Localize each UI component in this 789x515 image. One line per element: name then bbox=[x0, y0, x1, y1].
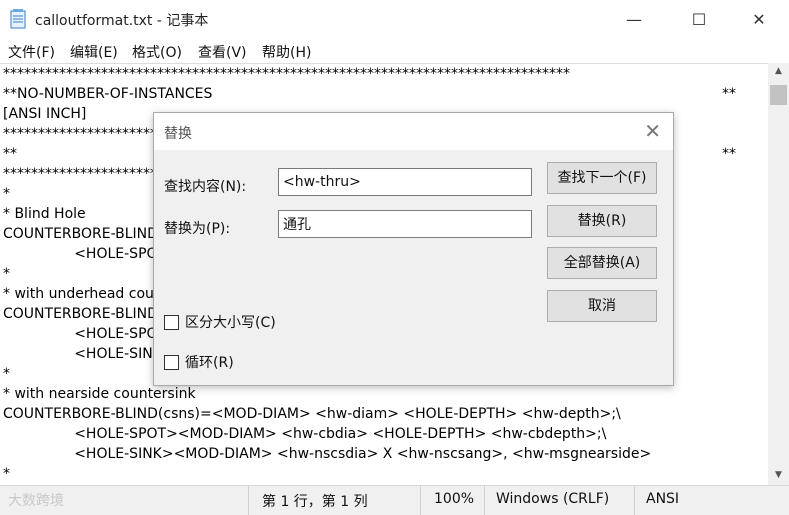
status-bar: 大数跨境 第 1 行，第 1 列 100% Windows (CRLF) ANS… bbox=[0, 485, 789, 515]
maximize-button[interactable]: ☐ bbox=[676, 0, 722, 38]
wrap-label: 循环(R) bbox=[185, 355, 234, 371]
editor-line: <HOLE-SINK><MOD-DIAM> <hw-nscsdia> X <hw… bbox=[3, 446, 652, 462]
editor-line: **NO-NUMBER-OF-INSTANCES bbox=[3, 86, 213, 102]
status-divider bbox=[634, 486, 635, 515]
wrap-option[interactable]: 循环(R) bbox=[164, 352, 234, 372]
dialog-title-bar: 替换 ✕ bbox=[154, 113, 673, 150]
window-title: calloutformat.txt - 记事本 bbox=[35, 13, 209, 29]
watermark-text: 大数跨境 bbox=[8, 493, 64, 509]
editor-line-mark: ** bbox=[722, 86, 736, 102]
menu-view[interactable]: 查看(V) bbox=[198, 42, 247, 62]
find-next-button[interactable]: 查找下一个(F) bbox=[547, 162, 657, 194]
editor-line: COUNTERBORE-BLIND bbox=[3, 306, 158, 322]
replace-button[interactable]: 替换(R) bbox=[547, 205, 657, 237]
replace-label: 替换为(P): bbox=[164, 221, 231, 237]
editor-line: * with underhead cou bbox=[3, 286, 154, 302]
editor-line: * with nearside countersink bbox=[3, 386, 196, 402]
dialog-title: 替换 bbox=[164, 126, 192, 142]
menu-file[interactable]: 文件(F) bbox=[8, 42, 55, 62]
status-line-ending: Windows (CRLF) bbox=[496, 491, 610, 507]
match-case-label: 区分大小写(C) bbox=[185, 315, 276, 331]
editor-line: * bbox=[3, 266, 10, 282]
minimize-icon: — bbox=[626, 9, 642, 29]
status-divider bbox=[248, 486, 249, 515]
editor-line: [ANSI INCH] bbox=[3, 106, 87, 122]
wrap-checkbox[interactable] bbox=[164, 354, 179, 370]
menu-edit[interactable]: 编辑(E) bbox=[70, 42, 118, 62]
editor-line: * Blind Hole bbox=[3, 206, 86, 222]
replace-input[interactable] bbox=[278, 210, 532, 238]
vertical-scrollbar[interactable]: ▲ ▼ bbox=[768, 63, 789, 485]
status-position: 第 1 行，第 1 列 bbox=[262, 494, 368, 510]
cancel-button[interactable]: 取消 bbox=[547, 290, 657, 322]
editor-line: <HOLE-SPO bbox=[3, 326, 158, 342]
editor-line: <HOLE-SINK bbox=[3, 346, 162, 362]
close-button[interactable]: ✕ bbox=[736, 0, 782, 38]
match-case-option[interactable]: 区分大小写(C) bbox=[164, 312, 276, 332]
menu-format[interactable]: 格式(O) bbox=[132, 42, 182, 62]
find-label: 查找内容(N): bbox=[164, 179, 247, 195]
close-icon: ✕ bbox=[752, 9, 766, 29]
editor-line: *********************** bbox=[3, 126, 164, 142]
editor-line: ****************************************… bbox=[3, 66, 570, 82]
editor-line: * bbox=[3, 466, 10, 482]
title-bar: calloutformat.txt - 记事本 — ☐ ✕ bbox=[0, 0, 789, 38]
replace-dialog: 替换 ✕ 查找内容(N): 替换为(P): 查找下一个(F) 替换(R) 全部替… bbox=[153, 112, 674, 386]
scrollbar-thumb[interactable] bbox=[770, 85, 787, 105]
menu-help[interactable]: 帮助(H) bbox=[262, 42, 311, 62]
editor-line: <HOLE-SPO bbox=[3, 246, 158, 262]
editor-line-mark: ** bbox=[722, 146, 736, 162]
maximize-icon: ☐ bbox=[691, 9, 707, 29]
editor-line: * bbox=[3, 366, 10, 382]
replace-all-button[interactable]: 全部替换(A) bbox=[547, 247, 657, 279]
editor-line: *********************** bbox=[3, 166, 164, 182]
notepad-icon bbox=[10, 9, 26, 29]
minimize-button[interactable]: — bbox=[611, 0, 657, 38]
status-zoom: 100% bbox=[434, 491, 475, 507]
dialog-close-icon[interactable]: ✕ bbox=[644, 119, 661, 143]
editor-line: ** bbox=[3, 146, 17, 162]
editor-line: * bbox=[3, 186, 10, 202]
editor-line: COUNTERBORE-BLIND(csns)=<MOD-DIAM> <hw-d… bbox=[3, 406, 621, 422]
match-case-checkbox[interactable] bbox=[164, 314, 179, 330]
status-encoding: ANSI bbox=[646, 491, 680, 507]
editor-line: COUNTERBORE-BLIND bbox=[3, 226, 158, 242]
scroll-up-icon[interactable]: ▲ bbox=[768, 63, 789, 80]
status-divider bbox=[484, 486, 485, 515]
menu-bar: 文件(F) 编辑(E) 格式(O) 查看(V) 帮助(H) bbox=[0, 38, 789, 63]
find-input[interactable] bbox=[278, 168, 532, 196]
status-divider bbox=[420, 486, 421, 515]
editor-line: <HOLE-SPOT><MOD-DIAM> <hw-cbdia> <HOLE-D… bbox=[3, 426, 607, 442]
scroll-down-icon[interactable]: ▼ bbox=[768, 467, 789, 484]
